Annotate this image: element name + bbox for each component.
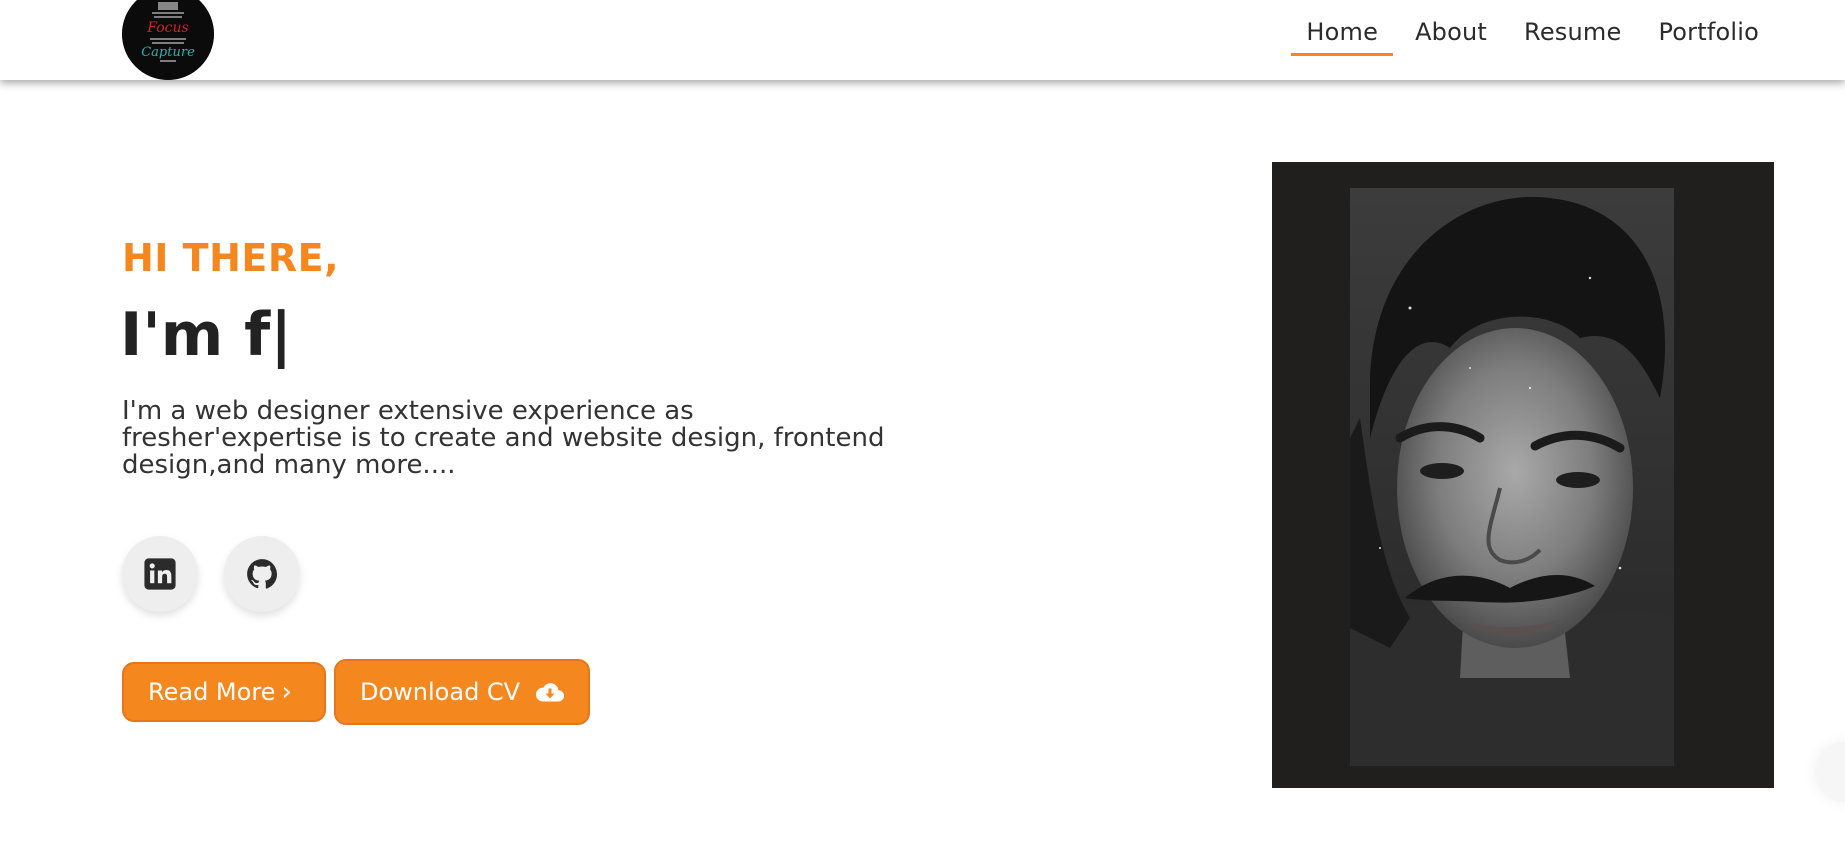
nav-about[interactable]: About — [1415, 18, 1487, 56]
linkedin-icon — [144, 558, 176, 590]
floating-widget-edge[interactable] — [1815, 742, 1845, 802]
portrait-frame — [1272, 162, 1774, 788]
read-more-label: Read More — [148, 678, 276, 706]
site-logo[interactable]: Focus Capture — [122, 0, 214, 80]
typing-cursor: | — [270, 300, 293, 370]
logo-graphic: Focus Capture — [122, 0, 214, 80]
nav-resume[interactable]: Resume — [1524, 18, 1621, 56]
download-cv-label: Download CV — [360, 678, 521, 706]
site-header: Focus Capture Home About Resume Portfoli… — [0, 0, 1845, 80]
main-nav: Home About Resume Portfolio — [1291, 18, 1759, 56]
chevron-right-icon: › — [281, 677, 292, 707]
nav-portfolio[interactable]: Portfolio — [1658, 18, 1759, 56]
hero-bio: I'm a web designer extensive experience … — [122, 396, 885, 480]
portrait-illustration — [1350, 188, 1674, 766]
logo-text-focus: Focus — [146, 20, 188, 36]
github-button[interactable] — [224, 536, 300, 612]
logo-text-capture: Capture — [141, 45, 195, 60]
download-cv-button[interactable]: Download CV — [334, 659, 590, 725]
read-more-button[interactable]: Read More › — [122, 662, 326, 722]
github-icon — [247, 559, 278, 589]
cloud-download-icon — [536, 683, 565, 702]
hero-greeting: HI THERE, — [122, 236, 340, 280]
linkedin-button[interactable] — [122, 536, 198, 612]
hero-headline: I'm f| — [120, 300, 292, 370]
profile-photo — [1350, 188, 1674, 766]
social-links — [122, 536, 300, 612]
nav-home[interactable]: Home — [1291, 18, 1393, 56]
hero-actions: Read More › Download CV — [122, 659, 590, 725]
typed-text: I'm f — [120, 300, 271, 370]
